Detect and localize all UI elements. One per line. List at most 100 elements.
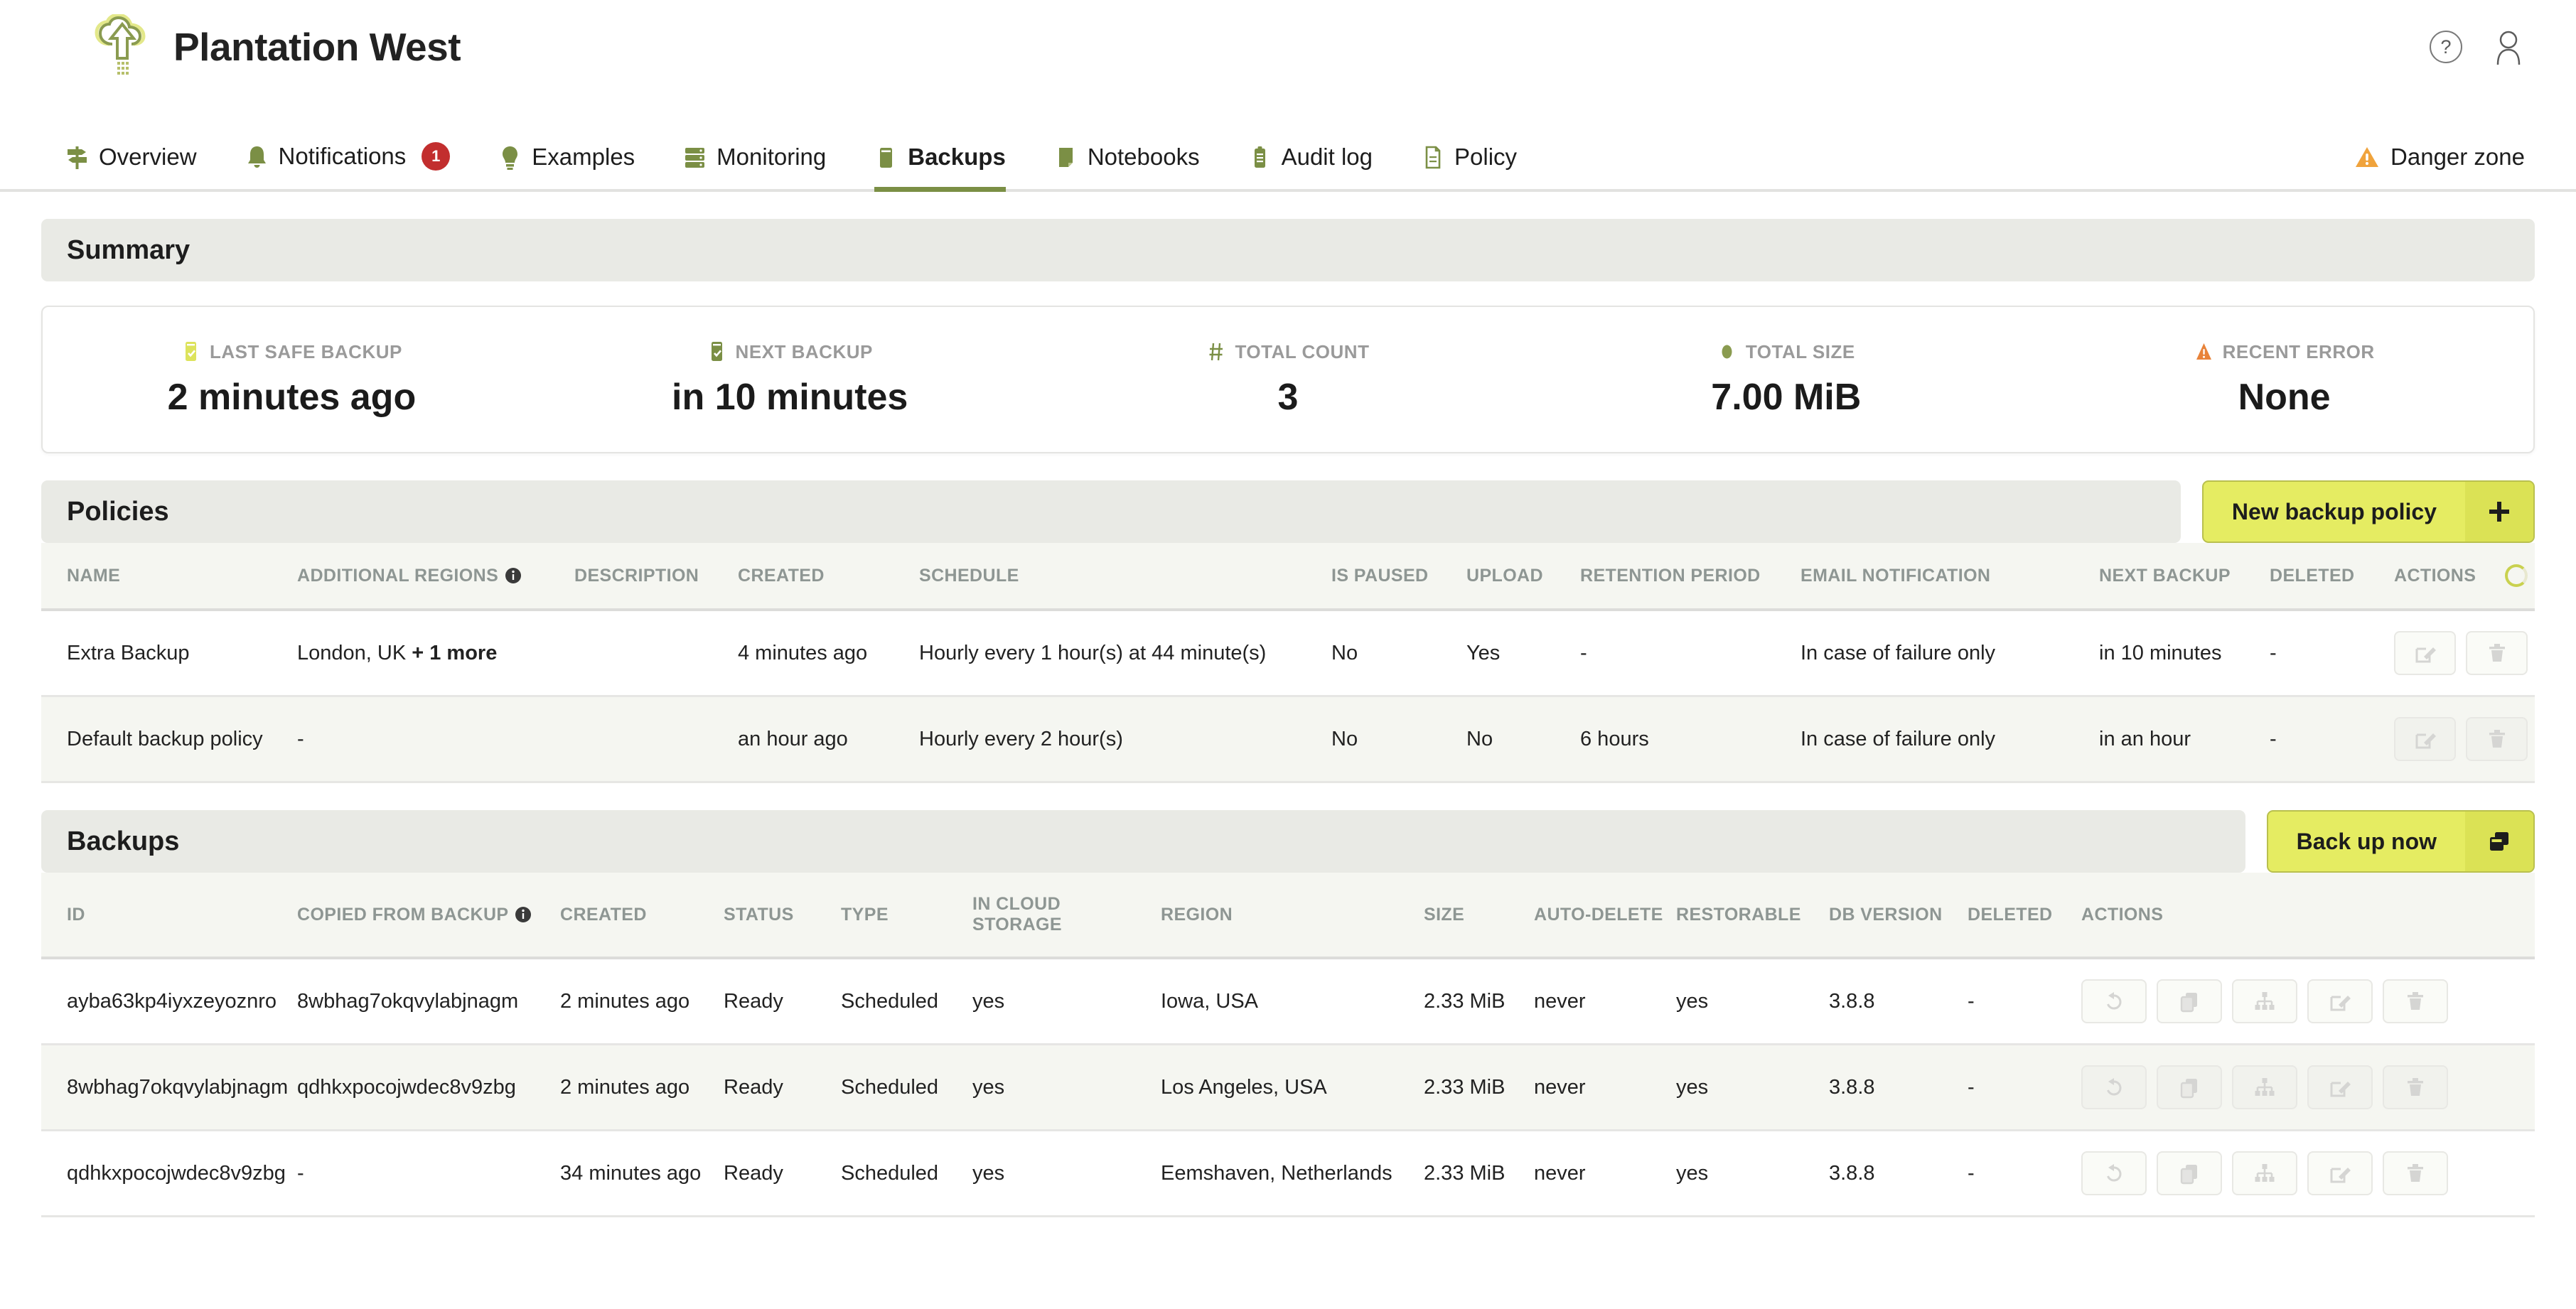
cell-email-notification: In case of failure only bbox=[1800, 696, 2099, 783]
table-row[interactable]: Extra Backup London, UK + 1 more 4 minut… bbox=[41, 610, 2535, 697]
edit-policy-button[interactable] bbox=[2394, 631, 2456, 675]
cell-deleted: - bbox=[1968, 1044, 2081, 1131]
nav-item-policy[interactable]: Policy bbox=[1397, 144, 1541, 189]
copy-backup-button[interactable] bbox=[2157, 1065, 2222, 1109]
fork-backup-button[interactable] bbox=[2232, 1065, 2297, 1109]
col-label: DB VERSION bbox=[1829, 904, 1943, 925]
cell-id: 8wbhag7okqvylabjnagm bbox=[41, 1044, 297, 1131]
delete-backup-button[interactable] bbox=[2383, 1065, 2448, 1109]
table-row[interactable]: qdhkxpocojwdec8v9zbg - 34 minutes ago Re… bbox=[41, 1130, 2535, 1217]
delete-backup-button[interactable] bbox=[2383, 1151, 2448, 1195]
summary-label: NEXT BACKUP bbox=[735, 340, 873, 362]
info-icon[interactable] bbox=[515, 906, 532, 923]
fork-backup-button[interactable] bbox=[2232, 979, 2297, 1023]
nav-item-backups[interactable]: Backups bbox=[850, 144, 1030, 192]
nav-item-notebooks[interactable]: Notebooks bbox=[1030, 144, 1224, 189]
delete-policy-button[interactable] bbox=[2466, 717, 2528, 761]
cell-copied-from-backup: - bbox=[297, 1130, 560, 1217]
top-header: Plantation West ? bbox=[0, 0, 2576, 94]
summary-cell-total-count: TOTAL COUNT 3 bbox=[1039, 341, 1537, 419]
col-label: RETENTION PERIOD bbox=[1580, 565, 1761, 586]
cell-additional-regions: - bbox=[297, 696, 574, 783]
nav-item-audit-log[interactable]: Audit log bbox=[1224, 144, 1397, 189]
copy-icon bbox=[2180, 993, 2197, 1013]
edit-backup-button[interactable] bbox=[2307, 979, 2373, 1023]
restore-icon bbox=[2107, 992, 2122, 1010]
fork-icon bbox=[2255, 1078, 2275, 1096]
cell-status: Ready bbox=[724, 1044, 841, 1131]
cell-schedule: Hourly every 2 hour(s) bbox=[919, 696, 1331, 783]
nav-item-examples[interactable]: Examples bbox=[474, 144, 659, 189]
cell-size: 2.33 MiB bbox=[1424, 1130, 1534, 1217]
cell-in-cloud-storage: yes bbox=[972, 958, 1161, 1045]
policies-table-body: Extra Backup London, UK + 1 more 4 minut… bbox=[41, 610, 2535, 783]
col-label: TYPE bbox=[841, 904, 889, 925]
nav-item-danger-zone[interactable]: Danger zone bbox=[2355, 144, 2525, 189]
edit-policy-button[interactable] bbox=[2394, 717, 2456, 761]
restore-backup-button[interactable] bbox=[2081, 1151, 2147, 1195]
edit-backup-button[interactable] bbox=[2307, 1065, 2373, 1109]
summary-value: None bbox=[2238, 376, 2331, 418]
cell-name: Extra Backup bbox=[41, 610, 297, 697]
col-label: EMAIL NOTIFICATION bbox=[1800, 565, 1991, 586]
fork-backup-button[interactable] bbox=[2232, 1151, 2297, 1195]
cell-actions bbox=[2081, 958, 2535, 1045]
nav-item-monitoring[interactable]: Monitoring bbox=[659, 144, 850, 189]
delete-icon bbox=[2489, 730, 2505, 748]
bell-icon bbox=[247, 146, 266, 168]
col-schedule: SCHEDULE bbox=[919, 543, 1331, 611]
nav-item-notifications[interactable]: Notifications 1 bbox=[221, 142, 475, 189]
restore-backup-button[interactable] bbox=[2081, 1065, 2147, 1109]
cell-actions bbox=[2081, 1130, 2535, 1217]
database-check-icon bbox=[711, 342, 722, 361]
backups-title-bar: Backups bbox=[41, 810, 2245, 873]
col-label: REGION bbox=[1161, 904, 1233, 925]
cell-db-version: 3.8.8 bbox=[1829, 1130, 1968, 1217]
warning-triangle-icon bbox=[2196, 343, 2211, 360]
restore-backup-button[interactable] bbox=[2081, 979, 2147, 1023]
summary-cell-recent-error: RECENT ERROR None bbox=[2035, 341, 2533, 419]
lightbulb-icon bbox=[503, 146, 518, 170]
region-more-link[interactable]: + 1 more bbox=[412, 642, 497, 664]
summary-label: LAST SAFE BACKUP bbox=[209, 340, 402, 362]
new-backup-policy-button[interactable]: New backup policy bbox=[2201, 480, 2535, 543]
cell-upload: Yes bbox=[1466, 610, 1580, 697]
back-up-now-button[interactable]: Back up now bbox=[2266, 810, 2535, 873]
brand[interactable]: Plantation West bbox=[92, 14, 461, 80]
main-nav: Overview Notifications 1 Examples Monito… bbox=[0, 94, 2576, 192]
edit-backup-button[interactable] bbox=[2307, 1151, 2373, 1195]
cell-retention-period: - bbox=[1580, 610, 1800, 697]
info-icon[interactable] bbox=[505, 567, 522, 584]
col-label: DELETED bbox=[1968, 904, 2053, 925]
cell-auto-delete: never bbox=[1534, 1130, 1676, 1217]
nav-label: Audit log bbox=[1281, 144, 1373, 170]
nav-label: Monitoring bbox=[717, 144, 827, 170]
document-icon bbox=[1425, 146, 1441, 168]
cell-type: Scheduled bbox=[841, 1130, 972, 1217]
cell-upload: No bbox=[1466, 696, 1580, 783]
col-label: COPIED FROM BACKUP bbox=[297, 904, 509, 925]
warning-triangle-icon bbox=[2356, 147, 2379, 167]
delete-icon bbox=[2408, 992, 2423, 1010]
copy-backup-button[interactable] bbox=[2157, 979, 2222, 1023]
copy-backup-button[interactable] bbox=[2157, 1151, 2222, 1195]
cell-deleted: - bbox=[2270, 696, 2394, 783]
user-avatar-icon[interactable] bbox=[2492, 29, 2525, 65]
policies-header-row: NAME ADDITIONAL REGIONS DESCRIPTION CREA… bbox=[41, 543, 2535, 611]
fork-icon bbox=[2255, 992, 2275, 1010]
cell-next-backup: in an hour bbox=[2099, 696, 2270, 783]
table-row[interactable]: ayba63kp4iyxzeyoznro 8wbhag7okqvylabjnag… bbox=[41, 958, 2535, 1045]
help-icon[interactable]: ? bbox=[2430, 31, 2462, 63]
nav-label: Policy bbox=[1454, 144, 1518, 170]
table-row[interactable]: 8wbhag7okqvylabjnagm qdhkxpocojwdec8v9zb… bbox=[41, 1044, 2535, 1131]
clipboard-icon bbox=[1254, 146, 1265, 168]
cell-is-paused: No bbox=[1331, 610, 1466, 697]
delete-policy-button[interactable] bbox=[2466, 631, 2528, 675]
delete-backup-button[interactable] bbox=[2383, 979, 2448, 1023]
col-label: UPLOAD bbox=[1466, 565, 1543, 586]
cell-name: Default backup policy bbox=[41, 696, 297, 783]
summary-section-header: Summary bbox=[41, 219, 2535, 281]
table-row[interactable]: Default backup policy - an hour ago Hour… bbox=[41, 696, 2535, 783]
col-db-version: DB VERSION bbox=[1829, 873, 1968, 959]
nav-item-overview[interactable]: Overview bbox=[41, 144, 221, 189]
